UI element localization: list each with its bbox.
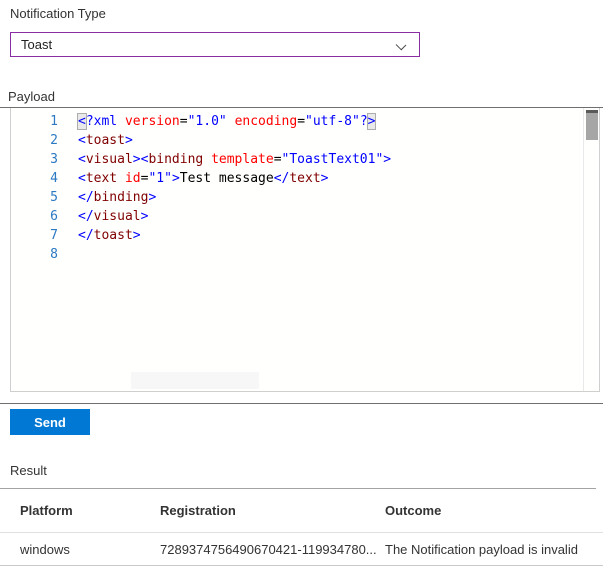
notification-type-label: Notification Type <box>10 6 106 21</box>
code-line: <?xml version="1.0" encoding="utf-8"?> <box>77 113 377 130</box>
line-number: 8 <box>50 247 58 262</box>
editor-gutter: 1 2 3 4 5 6 7 8 <box>11 112 58 264</box>
column-header: Registration <box>160 503 236 518</box>
vertical-scrollbar-thumb[interactable] <box>586 113 598 140</box>
line-number: 5 <box>50 190 58 205</box>
editor-bottom-divider <box>0 403 603 404</box>
result-table: Platform Registration Outcome windows 72893… <box>0 489 603 566</box>
table-cell: The Notification payload is invalid <box>385 541 578 557</box>
result-label: Result <box>10 463 47 478</box>
notification-type-select[interactable]: Toast <box>10 32 420 57</box>
send-button[interactable]: Send <box>10 409 90 435</box>
notification-type-value: Toast <box>21 37 53 52</box>
line-number: 2 <box>50 133 58 148</box>
code-line: </visual> <box>78 209 149 224</box>
code-line: </toast> <box>78 228 141 243</box>
payload-editor[interactable]: 1 2 3 4 5 6 7 8 <?xml version="1.0" encoding="u… <box>10 108 600 392</box>
result-table-header: Platform Registration Outcome <box>0 489 603 533</box>
table-cell: windows <box>20 541 70 557</box>
vertical-scrollbar[interactable] <box>583 108 599 391</box>
code-line: <text id="1">Test message</text> <box>78 171 329 186</box>
code-line: <toast> <box>78 133 133 148</box>
column-header: Outcome <box>385 503 442 518</box>
table-row: windows 7289374756490670421-119934780... T… <box>0 533 603 566</box>
line-number: 1 <box>50 114 58 129</box>
line-number: 7 <box>50 228 58 243</box>
line-number: 4 <box>50 171 58 186</box>
line-number: 6 <box>50 209 58 224</box>
table-cell: 7289374756490670421-119934780... <box>160 541 377 557</box>
payload-label: Payload <box>8 89 55 104</box>
editor-code: <?xml version="1.0" encoding="utf-8"?> <t… <box>77 112 581 264</box>
column-header: Platform <box>20 503 73 518</box>
line-number: 3 <box>50 152 58 167</box>
horizontal-scrollbar-thumb[interactable] <box>131 372 259 389</box>
chevron-down-icon <box>395 39 407 51</box>
code-line: <visual><binding template="ToastText01"> <box>78 152 392 167</box>
code-line: </binding> <box>78 190 157 205</box>
